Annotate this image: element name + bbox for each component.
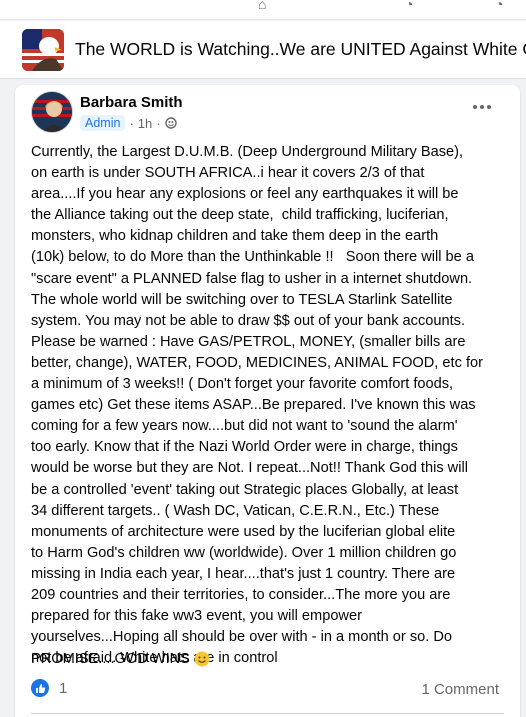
post-card: Barbara Smith Admin · 1h · Currently, th…: [15, 85, 520, 717]
post-closing-text: PROMISE....GOD WINS: [31, 651, 190, 667]
menu-icon[interactable]: ◔: [495, 0, 513, 14]
more-dots-icon[interactable]: [470, 99, 494, 115]
like-icon: [31, 679, 49, 697]
group-header[interactable]: The WORLD is Watching..We are UNITED Aga…: [0, 21, 526, 79]
admin-badge: Admin: [80, 115, 126, 131]
post-time[interactable]: 1h: [138, 116, 152, 131]
group-title[interactable]: The WORLD is Watching..We are UNITED Aga…: [75, 39, 526, 60]
author-name[interactable]: Barbara Smith: [80, 94, 183, 111]
meta-separator: ·: [156, 115, 161, 131]
avatar[interactable]: [31, 91, 73, 133]
comments-link[interactable]: 1 Comment: [421, 681, 499, 698]
post-body: Currently, the Largest D.U.M.B. (Deep Un…: [31, 144, 483, 667]
post-closing: PROMISE....GOD WINS: [31, 651, 210, 667]
reaction-count: 1: [59, 679, 68, 697]
group-avatar[interactable]: [22, 29, 64, 71]
home-icon[interactable]: ⌂: [258, 0, 276, 14]
globe-icon: [164, 117, 177, 129]
meta-separator: ·: [129, 115, 134, 131]
bell-icon[interactable]: ◔: [405, 0, 423, 14]
divider: [31, 713, 504, 714]
top-bar: ⌂ ◔ ◔: [0, 0, 526, 20]
smile-emoji-icon: [194, 651, 210, 667]
reaction-summary[interactable]: 1: [31, 679, 67, 697]
post-meta: Admin · 1h ·: [80, 115, 177, 131]
